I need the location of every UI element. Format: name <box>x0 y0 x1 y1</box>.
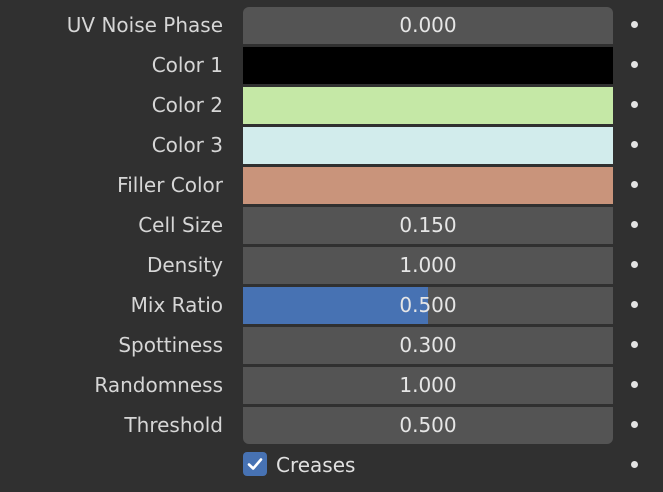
density-value: 1.000 <box>399 253 457 277</box>
row-threshold: Threshold 0.500 <box>0 405 663 445</box>
spottiness-keyframe-dot-icon[interactable] <box>631 341 638 348</box>
creases-keyframe-dot-icon[interactable] <box>631 461 638 468</box>
color-3-swatch <box>243 127 613 164</box>
row-mix-ratio: Mix Ratio 0.500 <box>0 285 663 325</box>
cell-size-field[interactable]: 0.150 <box>243 207 613 244</box>
color-3-field[interactable] <box>243 127 613 164</box>
mix-ratio-label: Mix Ratio <box>130 293 223 317</box>
cell-size-keyframe-dot-icon[interactable] <box>631 221 638 228</box>
color-2-swatch <box>243 87 613 124</box>
color-1-keyframe-dot-icon[interactable] <box>631 61 638 68</box>
randomness-field[interactable]: 1.000 <box>243 367 613 404</box>
color-2-keyframe-dot-icon[interactable] <box>631 101 638 108</box>
color-2-label: Color 2 <box>151 93 223 117</box>
spottiness-field[interactable]: 0.300 <box>243 327 613 364</box>
row-spottiness: Spottiness 0.300 <box>0 325 663 365</box>
creases-checkbox[interactable] <box>243 452 267 476</box>
uv-noise-phase-field[interactable]: 0.000 <box>243 7 613 44</box>
threshold-value: 0.500 <box>399 413 457 437</box>
threshold-field[interactable]: 0.500 <box>243 407 613 444</box>
row-cell-size: Cell Size 0.150 <box>0 205 663 245</box>
density-label: Density <box>146 253 223 277</box>
color-1-label: Color 1 <box>151 53 223 77</box>
properties-panel: UV Noise Phase 0.000 Color 1 Color 2 Col… <box>0 0 663 492</box>
mix-ratio-keyframe-dot-icon[interactable] <box>631 301 638 308</box>
randomness-value: 1.000 <box>399 373 457 397</box>
row-color-2: Color 2 <box>0 85 663 125</box>
row-density: Density 1.000 <box>0 245 663 285</box>
color-2-field[interactable] <box>243 87 613 124</box>
checkmark-icon <box>247 458 263 470</box>
creases-label: Creases <box>276 453 356 477</box>
density-keyframe-dot-icon[interactable] <box>631 261 638 268</box>
row-uv-noise-phase: UV Noise Phase 0.000 <box>0 5 663 45</box>
randomness-label: Randomness <box>94 373 223 397</box>
color-1-field[interactable] <box>243 47 613 84</box>
spottiness-label: Spottiness <box>118 333 223 357</box>
mix-ratio-slider[interactable]: 0.500 <box>243 287 613 324</box>
row-color-1: Color 1 <box>0 45 663 85</box>
threshold-label: Threshold <box>124 413 223 437</box>
threshold-keyframe-dot-icon[interactable] <box>631 421 638 428</box>
row-color-3: Color 3 <box>0 125 663 165</box>
cell-size-value: 0.150 <box>399 213 457 237</box>
uv-noise-phase-value: 0.000 <box>399 13 457 37</box>
randomness-keyframe-dot-icon[interactable] <box>631 381 638 388</box>
density-field[interactable]: 1.000 <box>243 247 613 284</box>
row-randomness: Randomness 1.000 <box>0 365 663 405</box>
cell-size-label: Cell Size <box>138 213 223 237</box>
color-1-swatch <box>243 47 613 84</box>
mix-ratio-value: 0.500 <box>399 293 457 317</box>
filler-color-label: Filler Color <box>117 173 223 197</box>
filler-color-swatch <box>243 167 613 204</box>
uv-noise-phase-keyframe-dot-icon[interactable] <box>631 21 638 28</box>
spottiness-value: 0.300 <box>399 333 457 357</box>
color-3-label: Color 3 <box>151 133 223 157</box>
color-3-keyframe-dot-icon[interactable] <box>631 141 638 148</box>
row-filler-color: Filler Color <box>0 165 663 205</box>
uv-noise-phase-label: UV Noise Phase <box>66 13 223 37</box>
filler-color-field[interactable] <box>243 167 613 204</box>
filler-color-keyframe-dot-icon[interactable] <box>631 181 638 188</box>
